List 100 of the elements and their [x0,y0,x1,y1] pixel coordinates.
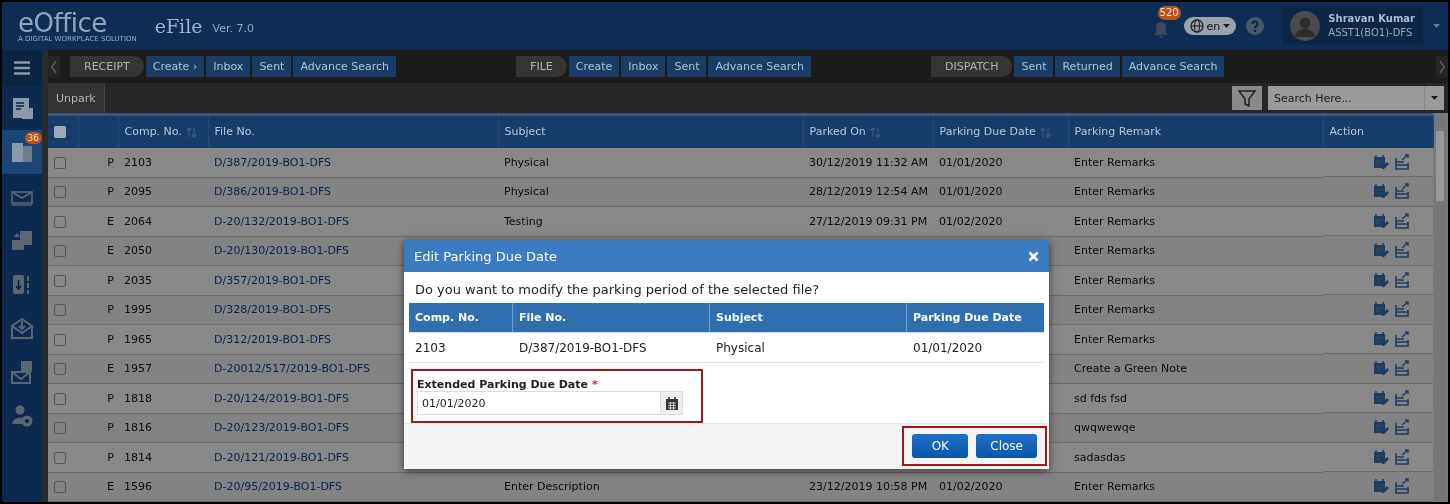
row-checkbox[interactable] [54,156,66,169]
export-icon[interactable] [1395,448,1410,465]
language-button[interactable]: en [1183,17,1237,35]
caret-icon[interactable] [1431,96,1438,100]
row-checkbox[interactable] [54,274,66,287]
file-link[interactable]: D/312/2019-BO1-DFS [214,332,331,346]
nav-tab[interactable]: Advance Search [708,56,812,77]
row-checkbox[interactable] [54,333,66,346]
scroll-left-button[interactable] [48,55,60,78]
export-icon[interactable] [1395,360,1410,377]
column-header[interactable]: Parked On [809,125,866,139]
nav-tab[interactable]: Sent [667,56,707,77]
export-icon[interactable] [1395,183,1410,200]
unpark-button[interactable]: Unpark [48,83,105,113]
file-link[interactable]: D/328/2019-BO1-DFS [214,303,331,317]
export-icon[interactable] [1395,478,1410,495]
search-field[interactable]: Search Here... [1268,86,1424,110]
nav-tab[interactable]: Sent [1014,56,1054,77]
export-icon[interactable] [1395,242,1410,259]
row-checkbox[interactable] [54,304,66,317]
filter-button[interactable] [1232,86,1262,110]
globe-icon[interactable] [1189,19,1204,33]
sort-icon[interactable] [1039,126,1051,138]
scroll-right-button[interactable] [1436,55,1448,78]
row-checkbox[interactable] [54,245,66,258]
sort-icon[interactable] [185,126,197,138]
row-checkbox[interactable] [54,422,66,435]
menu-button[interactable] [2,50,42,86]
calendar-edit-icon[interactable] [1373,330,1389,347]
dialog-button[interactable]: Close [976,434,1037,458]
nav-tab[interactable]: Advance Search [1121,56,1225,77]
file-link[interactable]: D-20/121/2019-BO1-DFS [214,450,349,464]
file-link[interactable]: D-20012/517/2019-BO1-DFS [214,362,370,376]
calendar-edit-icon[interactable] [1373,183,1389,200]
nav-tab[interactable]: Returned [1055,56,1120,77]
export-icon[interactable] [1395,419,1410,436]
file-link[interactable]: D-20/123/2019-BO1-DFS [214,421,349,435]
calendar-edit-icon[interactable] [1373,301,1389,318]
file-link[interactable]: D-20/132/2019-BO1-DFS [214,214,349,228]
envelope-note-icon[interactable] [10,360,34,384]
calendar-edit-icon[interactable] [1373,448,1389,465]
user-menu[interactable]: Shravan Kumar ASST1(BO1)-DFS [1282,7,1423,45]
nav-tab[interactable]: Inbox [621,56,666,77]
dialog-button[interactable]: OK [912,434,969,458]
table-cell-text: 01/01/2020 [912,340,984,355]
sidebar-item[interactable]: 36 [2,130,42,174]
row-checkbox[interactable] [54,215,66,228]
row-checkbox[interactable] [54,363,66,376]
row-checkbox[interactable] [54,392,66,405]
menu-icon[interactable] [14,61,30,75]
nav-tab[interactable]: Create [568,56,620,77]
export-icon[interactable] [1395,389,1410,406]
bell-icon[interactable] [1151,19,1170,39]
caret-icon[interactable] [1433,24,1440,28]
nav-tab[interactable]: Sent [252,56,292,77]
help-icon[interactable] [1246,17,1265,35]
user-gear-icon[interactable] [10,404,34,428]
chevron-right-icon[interactable] [1439,59,1445,74]
row-checkbox[interactable] [54,481,66,494]
chevron-left-icon[interactable] [51,59,57,74]
row-checkbox[interactable] [54,186,66,199]
calendar-button[interactable] [661,391,683,416]
nav-tab[interactable]: Inbox [206,56,251,77]
export-icon[interactable] [1395,330,1410,347]
file-link[interactable]: D/386/2019-BO1-DFS [214,185,331,199]
calendar-edit-icon[interactable] [1373,389,1389,406]
receipt-icon[interactable] [10,96,34,120]
file-link[interactable]: D/387/2019-BO1-DFS [214,155,331,169]
file-link[interactable]: D/357/2019-BO1-DFS [214,273,331,287]
filter-icon[interactable] [1238,89,1256,107]
file-link[interactable]: D-20/130/2019-BO1-DFS [214,244,349,258]
table-cell: 1596 [124,480,152,494]
calendar-edit-icon[interactable] [1373,271,1389,288]
calendar-edit-icon[interactable] [1373,242,1389,259]
export-icon[interactable] [1395,153,1410,170]
file-link[interactable]: D-20/95/2019-BO1-DFS [214,480,342,494]
close-button[interactable] [1028,250,1039,262]
calendar-edit-icon[interactable] [1373,478,1389,495]
export-icon[interactable] [1395,271,1410,288]
calendar-edit-icon[interactable] [1373,360,1389,377]
export-icon[interactable] [1395,212,1410,229]
calendar-icon[interactable] [664,395,679,411]
nav-tab[interactable]: Advance Search [293,56,397,77]
calendar-edit-icon[interactable] [1373,153,1389,170]
file-link[interactable]: D-20/124/2019-BO1-DFS [214,391,349,405]
export-icon[interactable] [1395,301,1410,318]
envelope-download-icon[interactable] [10,316,34,340]
calendar-edit-icon[interactable] [1373,212,1389,229]
row-checkbox[interactable] [54,451,66,464]
avatar-icon[interactable] [1290,11,1321,41]
sort-icon[interactable] [869,126,881,138]
calendar-edit-icon[interactable] [1373,419,1389,436]
file-icon[interactable] [10,140,34,164]
select-all-checkbox[interactable] [54,126,66,139]
dropdown-button[interactable] [1424,86,1444,110]
nav-tab[interactable]: Create › [145,56,205,77]
date-field[interactable]: 01/01/2020 [417,391,661,416]
table-cell: 23/12/2019 10:58 PM [809,480,928,494]
caret-icon[interactable] [1223,24,1231,28]
scroll-thumb[interactable] [1435,131,1444,201]
